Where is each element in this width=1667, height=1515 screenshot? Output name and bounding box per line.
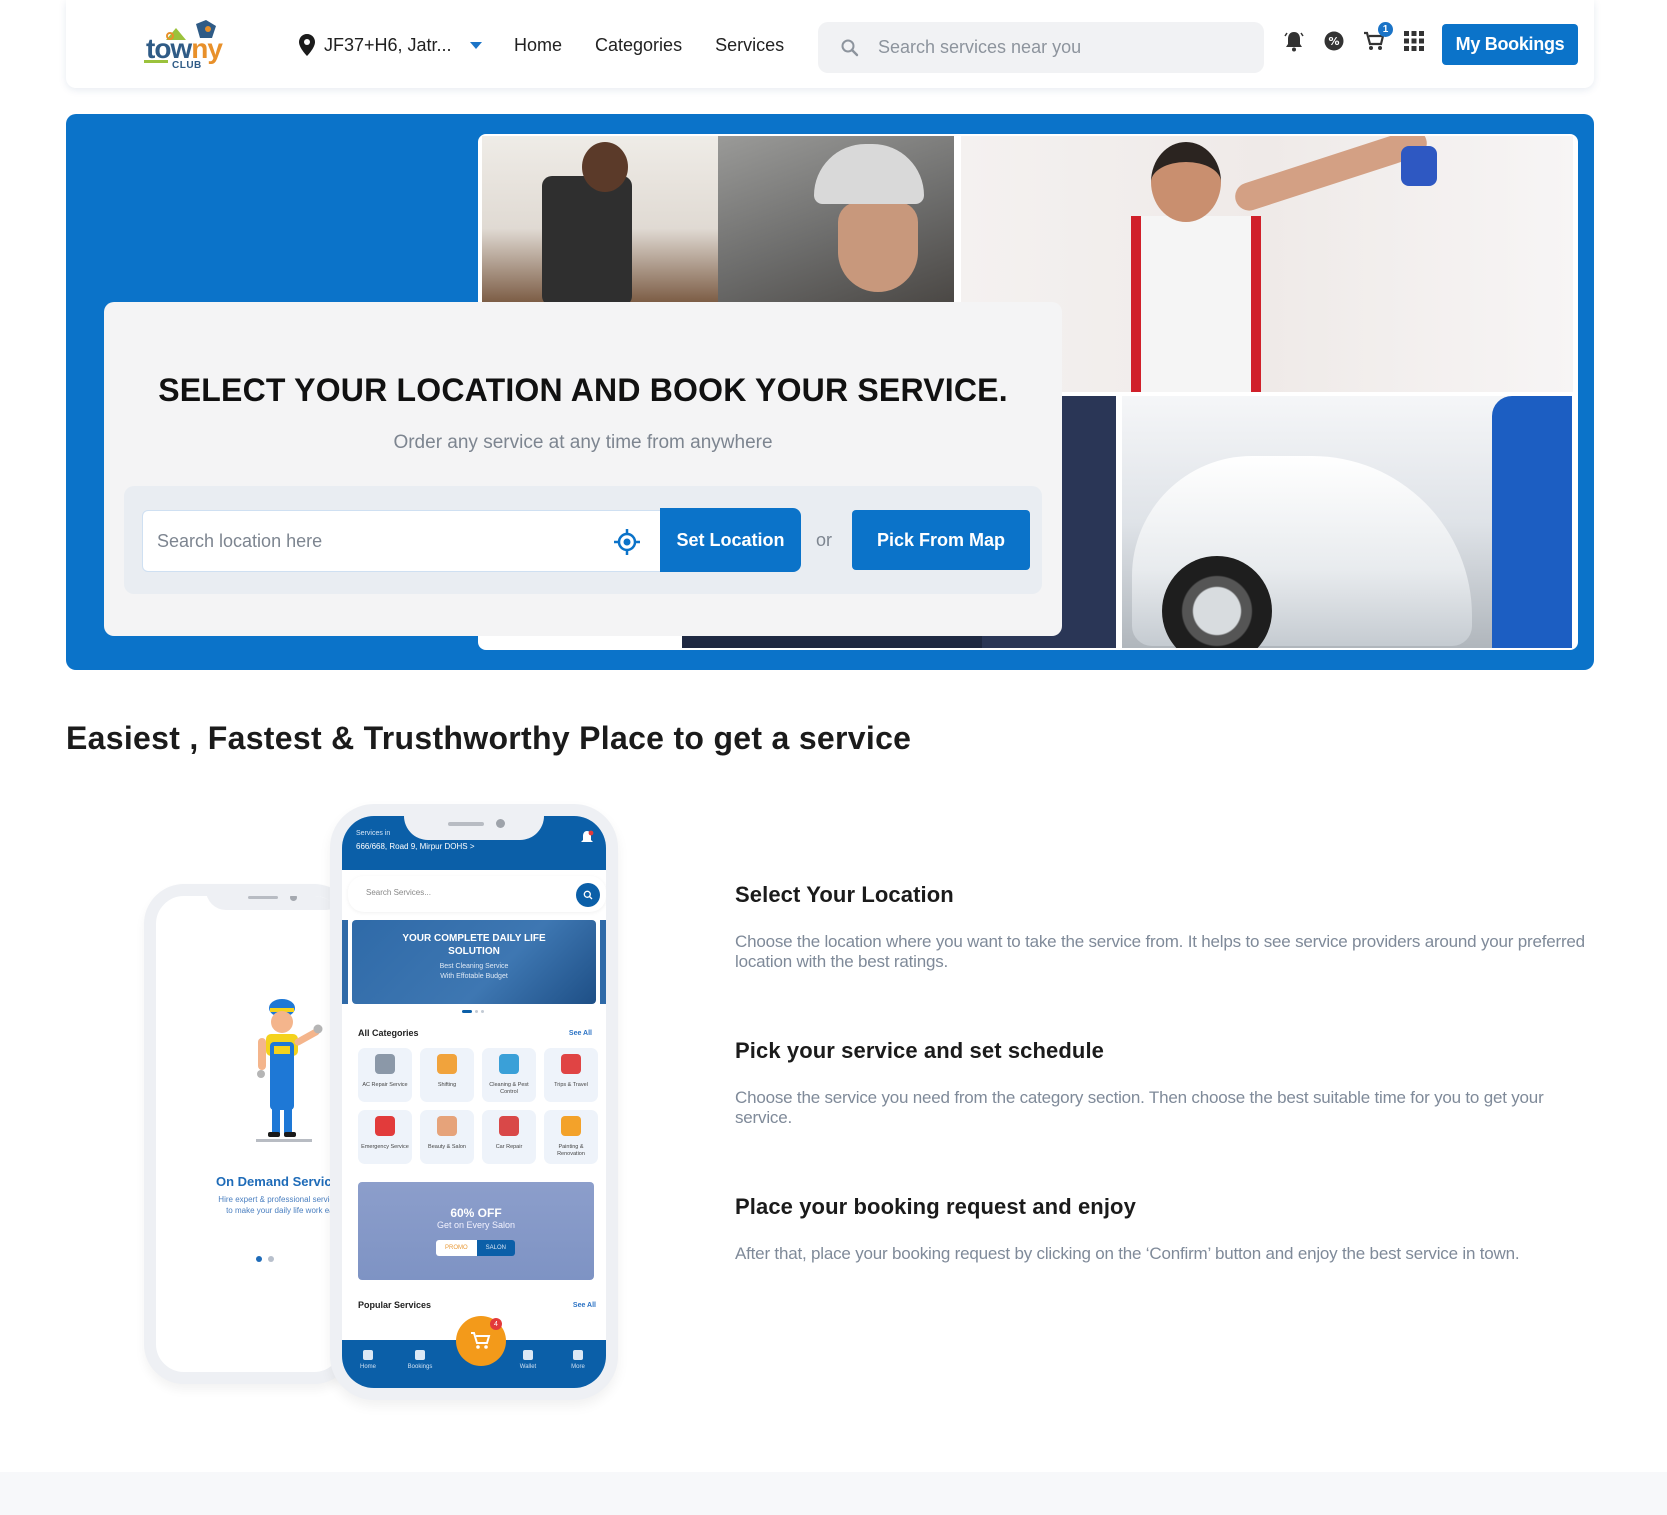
app-nav-home: Home [348, 1350, 388, 1370]
app-banner-dots [462, 1010, 484, 1013]
app-all-categories-label: All Categories [358, 1028, 419, 1038]
or-separator: or [816, 530, 833, 550]
category-icon [375, 1116, 395, 1136]
location-card: SELECT YOUR LOCATION AND BOOK YOUR SERVI… [104, 302, 1062, 636]
nav-home[interactable]: Home [514, 30, 562, 60]
app-nav-bookings: Bookings [400, 1350, 440, 1370]
service-worker-illustration [256, 999, 323, 1142]
current-location-icon[interactable] [613, 528, 641, 556]
phone-mockup-home: Services in 666/668, Road 9, Mirpur DOHS… [330, 804, 618, 1400]
hero-photo-plumber [482, 136, 718, 304]
category-icon [437, 1054, 457, 1074]
app-popular-see-all: See All [572, 1302, 596, 1309]
hero-subtitle: Order any service at any time from anywh… [393, 432, 773, 453]
hero-title: SELECT YOUR LOCATION AND BOOK YOUR SERVI… [158, 372, 1008, 408]
location-selector[interactable]: JF37+H6, Jatr... [298, 30, 482, 60]
step-description: Choose the service you need from the cat… [735, 1088, 1544, 1127]
app-banner-prev [342, 920, 348, 1004]
category-icon [499, 1116, 519, 1136]
step-title: Place your booking request and enjoy [735, 1194, 1136, 1219]
current-location-text: JF37+H6, Jatr... [324, 34, 452, 55]
logo-accent-bar [144, 60, 168, 63]
app-category-grid: AC Repair Service Shifting Cleaning & Pe… [358, 1048, 598, 1164]
offer-percent-icon[interactable]: % [1323, 28, 1345, 54]
step-title: Select Your Location [735, 882, 954, 907]
phone-mockup-onboarding: On Demand Service Hire expert & professi… [144, 884, 354, 1384]
app-see-all-link: See All [568, 1030, 592, 1037]
app-category-cleaning: Cleaning & Pest Control [482, 1048, 536, 1102]
app-search: Search Services... [348, 876, 606, 912]
phone-notch [404, 816, 544, 840]
app-promo-banner: 60% OFF Get on Every Salon PROMO SALON [358, 1182, 594, 1280]
main-nav: Home Categories Services [514, 30, 784, 60]
category-icon [561, 1116, 581, 1136]
category-icon [375, 1054, 395, 1074]
top-navbar: towny CLUB JF37+H6, Jatr... Home Categor… [66, 0, 1594, 88]
app-services-in-label: Services in [356, 830, 391, 837]
step-description: Choose the location where you want to ta… [735, 932, 1585, 971]
notification-bell-icon[interactable] [1283, 28, 1305, 54]
step-select-location: Select Your Location Choose the location… [735, 882, 1595, 972]
section-title: Easiest , Fastest & Trusthworthy Place t… [66, 720, 912, 756]
app-category-car-repair: Car Repair [482, 1110, 536, 1164]
cart-icon[interactable]: 1 [1363, 22, 1393, 54]
app-cart-fab: 4 [456, 1316, 506, 1366]
app-category-painting: Painting & Renovation [544, 1110, 598, 1164]
apps-grid-icon[interactable] [1403, 28, 1425, 54]
category-icon [437, 1116, 457, 1136]
app-category-ac-repair: AC Repair Service [358, 1048, 412, 1102]
app-category-beauty: Beauty & Salon [420, 1110, 474, 1164]
app-category-trips: Trips & Travel [544, 1048, 598, 1102]
step-pick-service: Pick your service and set schedule Choos… [735, 1038, 1595, 1128]
header-search-box [818, 22, 1264, 73]
pick-from-map-button[interactable]: Pick From Map [852, 510, 1030, 570]
footer-strip [0, 1472, 1667, 1515]
svg-text:%: % [1328, 35, 1339, 48]
app-popular-services-label: Popular Services [358, 1300, 432, 1310]
towny-club-logo[interactable]: towny CLUB [144, 16, 234, 72]
hero-photo-car-wash [1122, 396, 1572, 648]
app-nav-wallet: Wallet [508, 1350, 548, 1370]
app-address: 666/668, Road 9, Mirpur DOHS > [356, 842, 475, 851]
onboarding-title: On Demand Service [216, 1174, 339, 1189]
header-icons: % 1 [1283, 22, 1425, 54]
search-icon [841, 39, 859, 56]
location-search-input[interactable] [143, 530, 583, 552]
step-description: After that, place your booking request b… [735, 1244, 1520, 1263]
header-search-input[interactable] [878, 37, 1218, 58]
set-location-button[interactable]: Set Location [660, 508, 801, 572]
hero-banner: SELECT YOUR LOCATION AND BOOK YOUR SERVI… [66, 114, 1594, 670]
category-icon [561, 1054, 581, 1074]
category-icon [499, 1054, 519, 1074]
phone-notch [206, 896, 342, 910]
hero-photo-construction-worker [718, 136, 954, 304]
logo-subtext: CLUB [172, 60, 202, 71]
app-nav-more: More [558, 1350, 598, 1370]
app-cart-icon [471, 1332, 491, 1349]
app-search-icon [576, 883, 600, 907]
location-search-bar: Set Location or Pick From Map [124, 486, 1042, 594]
cart-count-badge: 1 [1378, 22, 1393, 37]
onboarding-pagination [256, 1256, 274, 1262]
nav-services[interactable]: Services [715, 30, 784, 60]
app-bell-icon [581, 830, 594, 842]
map-pin-icon [299, 34, 315, 56]
app-hero-banner: YOUR COMPLETE DAILY LIFE SOLUTION Best Cl… [352, 920, 596, 1004]
step-title: Pick your service and set schedule [735, 1038, 1105, 1063]
step-place-booking: Place your booking request and enjoy Aft… [735, 1194, 1595, 1264]
caret-down-icon [469, 41, 482, 49]
app-category-shifting: Shifting [420, 1048, 474, 1102]
my-bookings-button[interactable]: My Bookings [1442, 24, 1578, 65]
app-cart-badge: 4 [490, 1318, 502, 1330]
location-input-wrapper [142, 510, 662, 572]
nav-categories[interactable]: Categories [595, 30, 682, 60]
app-banner-next [600, 920, 606, 1004]
app-category-emergency: Emergency Service [358, 1110, 412, 1164]
